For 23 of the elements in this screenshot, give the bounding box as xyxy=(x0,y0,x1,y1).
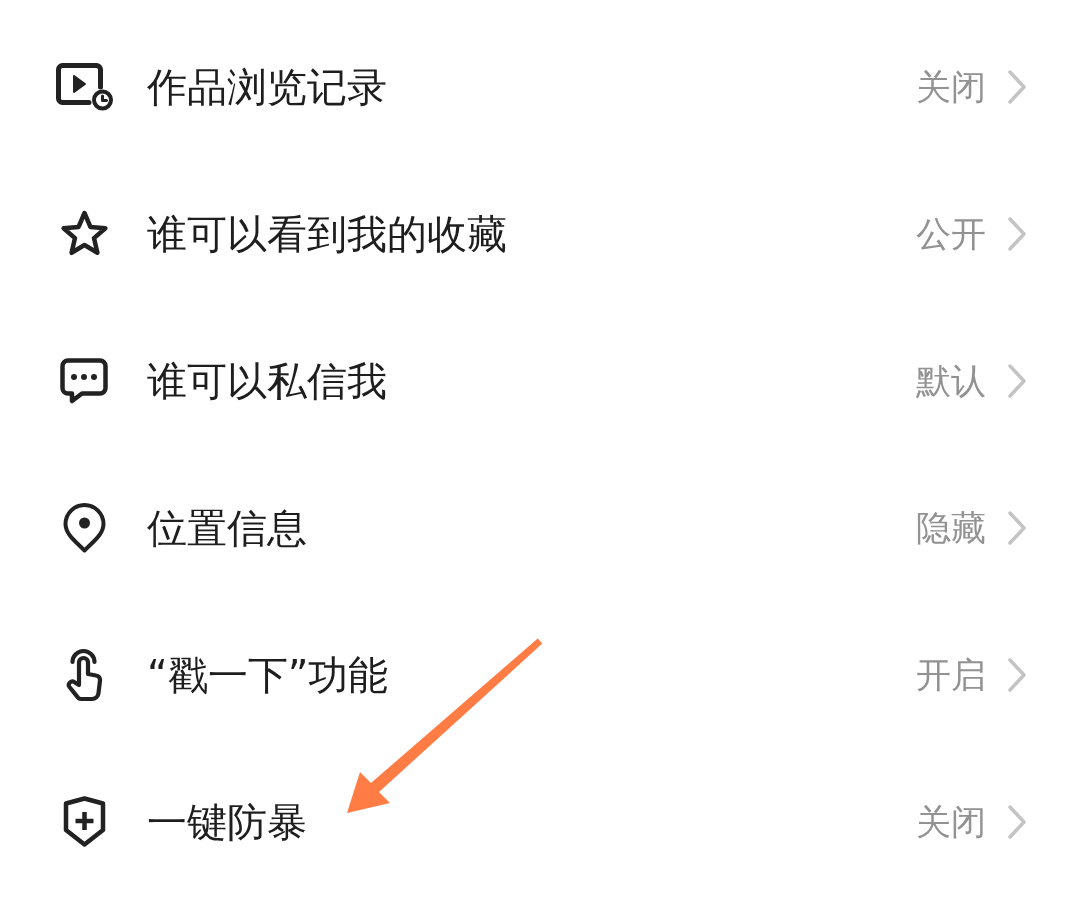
chat-bubble-icon xyxy=(60,357,108,404)
chevron-icon[interactable] xyxy=(1008,363,1026,398)
setting-value: 关闭 xyxy=(916,65,986,108)
chevron-icon[interactable] xyxy=(1008,804,1026,839)
setting-label[interactable]: 谁可以看到我的收藏 xyxy=(147,209,916,258)
tap-finger-icon xyxy=(64,646,104,703)
setting-value: 公开 xyxy=(916,212,986,255)
chevron-icon[interactable] xyxy=(1008,510,1026,545)
setting-label[interactable]: “戳一下”功能 xyxy=(147,650,916,699)
setting-label[interactable]: 作品浏览记录 xyxy=(147,62,916,111)
setting-value: 开启 xyxy=(916,653,986,696)
chevron-icon[interactable] xyxy=(1008,216,1026,251)
setting-value: 关闭 xyxy=(916,800,986,843)
location-pin-icon xyxy=(62,502,106,553)
shield-plus-icon xyxy=(62,796,106,847)
setting-label[interactable]: 位置信息 xyxy=(147,503,916,552)
chevron-icon[interactable] xyxy=(1008,657,1026,692)
setting-label[interactable]: 谁可以私信我 xyxy=(147,356,916,405)
video-clock-icon xyxy=(55,62,113,111)
chevron-icon[interactable] xyxy=(1008,69,1026,104)
setting-value: 默认 xyxy=(916,359,986,402)
setting-label[interactable]: 一键防暴 xyxy=(147,797,916,846)
setting-value: 隐藏 xyxy=(916,506,986,549)
